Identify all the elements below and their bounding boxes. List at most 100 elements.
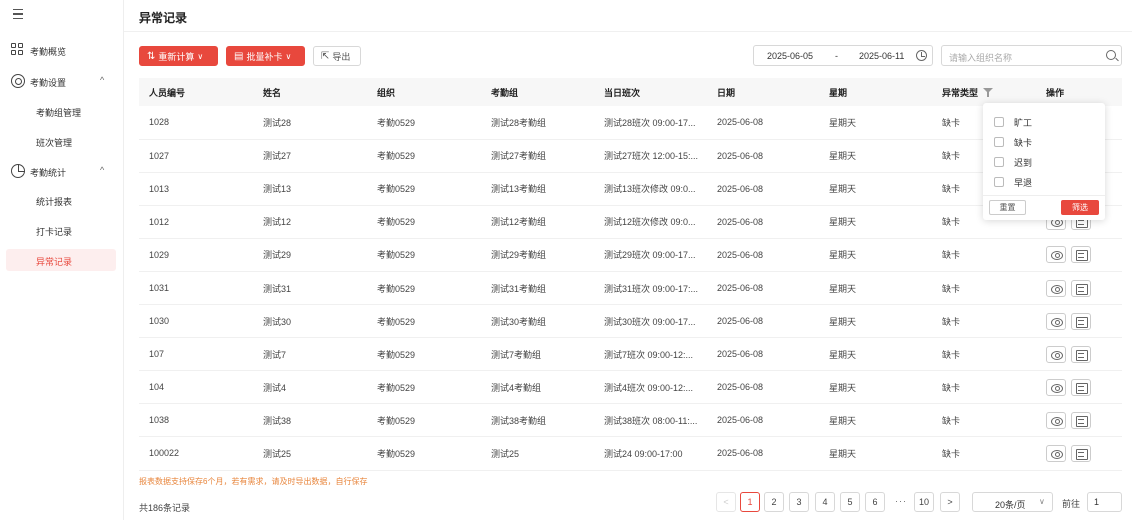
search-icon[interactable] — [1106, 50, 1116, 60]
detail-icon[interactable] — [1071, 411, 1091, 429]
detail-icon[interactable] — [1071, 378, 1091, 396]
sidebar-item-punch-record[interactable]: 打卡记录 — [6, 219, 116, 241]
cell-weekday: 星期天 — [819, 436, 932, 471]
sidebar-item-label: 打卡记录 — [36, 227, 73, 237]
recalculate-button[interactable]: ⇅ 重新计算 ∨ — [139, 46, 218, 66]
pager-ellipsis[interactable]: ··· — [895, 496, 907, 506]
page-2-button[interactable]: 2 — [764, 492, 784, 512]
checkbox[interactable] — [994, 117, 1004, 127]
cell-exception-type: 缺卡 — [932, 238, 1036, 272]
cell-weekday: 星期天 — [819, 370, 932, 405]
cell-org: 考勤0529 — [367, 172, 481, 206]
filter-option-late[interactable]: 迟到 — [994, 155, 1032, 169]
view-icon[interactable] — [1046, 279, 1066, 297]
view-icon[interactable] — [1046, 246, 1066, 264]
filter-option-label: 迟到 — [1014, 157, 1033, 168]
table-row: 1027 测试27 考勤0529 测试27考勤组 测试27班次 12:00-15:...… — [139, 139, 1122, 173]
cell-employee-id: 1038 — [139, 403, 253, 438]
goto-page-input[interactable]: 1 — [1087, 492, 1122, 512]
export-button[interactable]: ⇱ 导出 — [313, 46, 361, 66]
detail-icon[interactable] — [1071, 444, 1091, 462]
cell-weekday: 星期天 — [819, 139, 932, 173]
next-page-button[interactable]: > — [940, 492, 960, 512]
filter-confirm-button[interactable]: 筛选 — [1061, 200, 1099, 215]
view-icon[interactable] — [1046, 312, 1066, 330]
cell-name: 测试25 — [253, 436, 367, 471]
cell-employee-id: 1029 — [139, 238, 253, 272]
cell-shift: 测试12班次修改 09:0... — [594, 205, 707, 239]
sidebar-item-shift-manage[interactable]: 班次管理 — [6, 130, 116, 152]
checkbox[interactable] — [994, 177, 1004, 187]
sidebar-item-exception-record[interactable]: 异常记录 — [6, 249, 116, 271]
batch-reissue-button[interactable]: ▤ 批量补卡 ∨ — [226, 46, 305, 66]
detail-icon[interactable] — [1071, 279, 1091, 297]
sidebar-item-group-manage[interactable]: 考勤组管理 — [6, 100, 116, 122]
sidebar-item-overview[interactable]: 考勤概览 — [0, 38, 124, 62]
sidebar-item-label: 考勤组管理 — [36, 108, 82, 118]
clock-icon — [916, 50, 927, 61]
cell-shift: 测试28班次 09:00-17... — [594, 106, 707, 140]
page-4-button[interactable]: 4 — [815, 492, 835, 512]
filter-icon[interactable] — [983, 87, 994, 97]
cell-weekday: 星期天 — [819, 403, 932, 438]
detail-icon[interactable] — [1071, 345, 1091, 363]
filter-option-early-leave[interactable]: 早退 — [994, 175, 1032, 189]
pie-chart-icon — [11, 164, 25, 178]
menu-collapse-icon[interactable] — [11, 6, 27, 22]
cell-weekday: 星期天 — [819, 106, 932, 140]
page-5-button[interactable]: 5 — [840, 492, 860, 512]
filter-option-absent[interactable]: 旷工 — [994, 115, 1032, 129]
export-label: 导出 — [332, 51, 351, 62]
table-row: 1028 测试28 考勤0529 测试28考勤组 测试28班次 09:00-17... 2… — [139, 106, 1122, 140]
sidebar-item-statistics[interactable]: 考勤统计 ^ — [0, 159, 124, 183]
chevron-up-icon: ^ — [100, 165, 105, 175]
col-shift: 当日班次 — [594, 78, 707, 106]
card-icon: ▤ — [234, 50, 244, 62]
prev-page-button[interactable]: < — [716, 492, 736, 512]
cell-date: 2025-06-08 — [707, 403, 819, 438]
date-range-picker[interactable]: 2025-06-05 - 2025-06-11 — [753, 45, 933, 66]
view-icon[interactable] — [1046, 411, 1066, 429]
view-icon[interactable] — [1046, 345, 1066, 363]
cell-shift: 测试30班次 09:00-17... — [594, 304, 707, 339]
page-title: 异常记录 — [139, 11, 188, 25]
page-size-select[interactable]: 20条/页 ∨ — [972, 492, 1053, 512]
filter-reset-button[interactable]: 重置 — [989, 200, 1026, 215]
cell-shift: 测试27班次 12:00-15:... — [594, 139, 707, 173]
page-10-button[interactable]: 10 — [914, 492, 934, 512]
chevron-down-icon: ∨ — [285, 51, 292, 61]
cell-group: 测试7考勤组 — [481, 337, 594, 372]
col-actions: 操作 — [1036, 78, 1122, 106]
checkbox[interactable] — [994, 157, 1004, 167]
sidebar-item-label: 异常记录 — [36, 257, 73, 267]
view-icon[interactable] — [1046, 378, 1066, 396]
page-3-button[interactable]: 3 — [789, 492, 809, 512]
cell-weekday: 星期天 — [819, 271, 932, 306]
view-icon[interactable] — [1046, 444, 1066, 462]
goto-label: 前往 — [1062, 499, 1081, 509]
cell-org: 考勤0529 — [367, 106, 481, 140]
sidebar-item-settings[interactable]: 考勤设置 ^ — [0, 69, 124, 93]
cell-group: 测试4考勤组 — [481, 370, 594, 405]
exception-type-filter-popover: 旷工 缺卡 迟到 早退 重置 筛选 — [983, 103, 1105, 220]
sidebar: 考勤概览 考勤设置 ^ 考勤组管理 班次管理 考勤统计 ^ 统计报表 打卡记录 … — [0, 0, 124, 520]
cell-employee-id: 1030 — [139, 304, 253, 339]
sidebar-item-report[interactable]: 统计报表 — [6, 189, 116, 211]
cell-org: 考勤0529 — [367, 139, 481, 173]
exception-table: 人员编号 姓名 组织 考勤组 当日班次 日期 星期 异常类型 操作 1028 测试… — [139, 78, 1122, 471]
detail-icon[interactable] — [1071, 246, 1091, 264]
filter-option-missing-punch[interactable]: 缺卡 — [994, 135, 1032, 149]
recalculate-label: 重新计算 — [158, 51, 195, 62]
chevron-down-icon: ∨ — [197, 51, 204, 61]
cell-name: 测试29 — [253, 238, 367, 272]
detail-icon[interactable] — [1071, 312, 1091, 330]
table-row: 1030 测试30 考勤0529 测试30考勤组 测试30班次 09:00-17... 2… — [139, 304, 1122, 339]
org-search-input[interactable]: 请输入组织名称 — [941, 45, 1122, 66]
cell-weekday: 星期天 — [819, 238, 932, 272]
divider — [983, 195, 1105, 196]
checkbox[interactable] — [994, 137, 1004, 147]
cell-exception-type: 缺卡 — [932, 370, 1036, 405]
col-org: 组织 — [367, 78, 481, 106]
page-6-button[interactable]: 6 — [865, 492, 885, 512]
page-1-button[interactable]: 1 — [740, 492, 760, 512]
